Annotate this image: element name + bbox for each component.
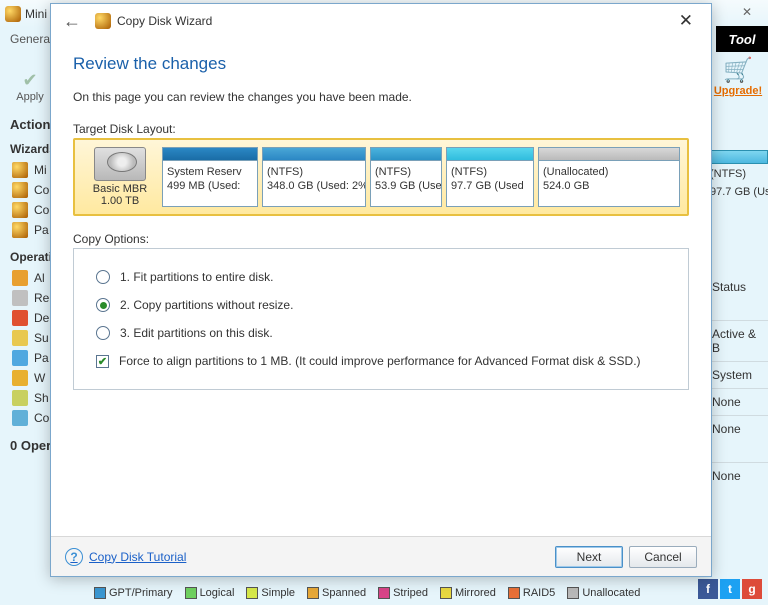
disk-layout: Basic MBR 1.00 TB System Reserv499 MB (U… [73, 138, 689, 216]
partition-block[interactable]: (NTFS)53.9 GB (Used [370, 147, 442, 207]
help-link[interactable]: ? Copy Disk Tutorial [65, 548, 186, 566]
app-title: Mini [25, 7, 47, 21]
radio-icon [96, 270, 110, 284]
radio-icon [96, 298, 110, 312]
help-icon: ? [65, 548, 83, 566]
op-icon [12, 290, 28, 306]
legend: GPT/Primary Logical Simple Spanned Striped Mi… [94, 587, 640, 599]
cancel-button[interactable]: Cancel [629, 546, 697, 568]
disk-icon [94, 147, 146, 181]
apply-button[interactable]: ✔ Apply [8, 66, 52, 107]
copy-options: 1. Fit partitions to entire disk. 2. Cop… [73, 248, 689, 390]
apply-label: Apply [8, 91, 52, 103]
legend-item: Striped [378, 587, 428, 599]
radio-icon [96, 326, 110, 340]
partition-bar[interactable] [710, 150, 768, 164]
op-icon [12, 330, 28, 346]
wizard-logo-icon [95, 13, 111, 29]
next-button[interactable]: Next [555, 546, 623, 568]
partition-block[interactable]: System Reserv499 MB (Used: [162, 147, 258, 207]
target-disk[interactable]: Basic MBR 1.00 TB [82, 147, 158, 207]
legend-item: GPT/Primary [94, 587, 173, 599]
wizard-icon [12, 182, 28, 198]
close-icon[interactable]: ✕ [669, 9, 703, 33]
dialog-footer: ? Copy Disk Tutorial Next Cancel [51, 536, 711, 576]
close-icon[interactable]: ✕ [726, 0, 768, 24]
option-fit[interactable]: 1. Fit partitions to entire disk. [96, 263, 666, 291]
dialog-titlebar: ← Copy Disk Wizard ✕ [51, 4, 711, 38]
legend-item: Spanned [307, 587, 366, 599]
legend-item: Logical [185, 587, 235, 599]
partition-block[interactable]: (Unallocated)524.0 GB [538, 147, 680, 207]
status-cell: None [710, 415, 768, 442]
status-cell: Active & B [710, 320, 768, 361]
op-icon [12, 370, 28, 386]
status-cell: None [710, 388, 768, 415]
app-logo-icon [5, 6, 21, 22]
check-icon: ✔ [8, 70, 52, 91]
page-heading: Review the changes [73, 54, 689, 74]
partition-fs: (NTFS) [710, 168, 768, 180]
option-noresize[interactable]: 2. Copy partitions without resize. [96, 291, 666, 319]
partition-block[interactable]: (NTFS)97.7 GB (Used [446, 147, 534, 207]
wizard-icon [12, 222, 28, 238]
op-icon [12, 310, 28, 326]
disk-size: 1.00 TB [82, 195, 158, 207]
op-icon [12, 270, 28, 286]
back-icon[interactable]: ← [59, 7, 85, 36]
wizard-icon [12, 162, 28, 178]
legend-item: RAID5 [508, 587, 555, 599]
op-icon [12, 410, 28, 426]
twitter-icon[interactable]: t [720, 579, 740, 599]
partition-size: 97.7 GB (Used [710, 186, 768, 198]
col-status: Status [710, 274, 768, 300]
option-edit[interactable]: 3. Edit partitions on this disk. [96, 319, 666, 347]
op-icon [12, 390, 28, 406]
social-links: f t g [698, 579, 762, 599]
upgrade-button[interactable]: 🛒 Upgrade! [712, 56, 764, 97]
cart-icon: 🛒 [712, 56, 764, 85]
legend-item: Unallocated [567, 587, 640, 599]
copy-disk-wizard-dialog: ← Copy Disk Wizard ✕ Review the changes … [50, 3, 712, 577]
status-cell: None [710, 462, 768, 489]
brand-logo: Tool [716, 26, 768, 52]
facebook-icon[interactable]: f [698, 579, 718, 599]
status-cell: System [710, 361, 768, 388]
partition-block[interactable]: (NTFS)348.0 GB (Used: 2%) [262, 147, 366, 207]
checkbox-icon: ✔ [96, 355, 109, 368]
menu-general[interactable]: General [10, 32, 53, 52]
page-subtext: On this page you can review the changes … [73, 90, 689, 104]
options-label: Copy Options: [73, 232, 689, 246]
option-align[interactable]: ✔Force to align partitions to 1 MB. (It … [96, 347, 666, 375]
disk-name: Basic MBR [82, 183, 158, 195]
legend-item: Mirrored [440, 587, 496, 599]
legend-item: Simple [246, 587, 295, 599]
upgrade-label: Upgrade! [712, 85, 764, 97]
op-icon [12, 350, 28, 366]
googleplus-icon[interactable]: g [742, 579, 762, 599]
wizard-icon [12, 202, 28, 218]
disk-table-fragment: (NTFS) 97.7 GB (Used Status Active & B S… [710, 150, 768, 489]
dialog-title: Copy Disk Wizard [117, 14, 212, 28]
layout-label: Target Disk Layout: [73, 122, 689, 136]
